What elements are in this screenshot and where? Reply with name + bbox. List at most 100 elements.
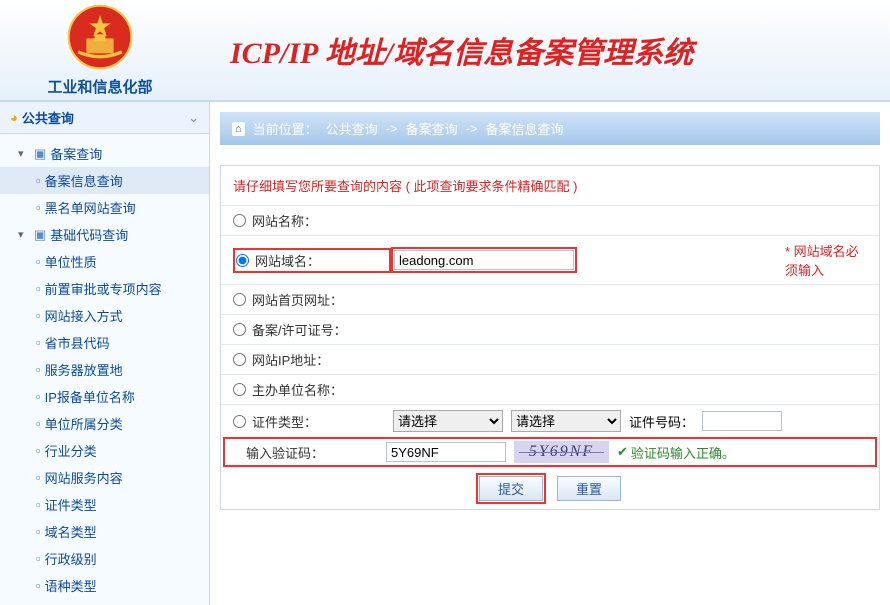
submit-button[interactable]: 提交 — [479, 476, 543, 501]
label-sponsor: 主办单位名称： — [252, 380, 343, 399]
system-title: ICP/IP 地址/域名信息备案管理系统 — [230, 28, 693, 72]
expand-icon: ▾ — [18, 228, 30, 241]
tree-group-label: 备案查询 — [50, 144, 102, 163]
label-site-name: 网站名称： — [252, 211, 317, 230]
tree-group[interactable]: ▾ ▣备案查询 — [0, 140, 209, 167]
page-icon: ▫ — [36, 254, 41, 269]
tree-group[interactable]: ▾ ▣基础代码查询 — [0, 221, 209, 248]
tree-item[interactable]: ▫ 语种类型 — [0, 572, 209, 599]
tree-item-label: IP报备单位名称 — [45, 387, 135, 406]
tree-item-label: 网站接入方式 — [45, 306, 123, 325]
label-cert-type: 证件类型： — [252, 412, 317, 431]
row-captcha: 输入验证码： 5Y69NF ✔验证码输入正确。 — [223, 437, 877, 467]
radio-domain[interactable] — [236, 254, 249, 267]
tree-item[interactable]: ▫ 域名类型 — [0, 518, 209, 545]
tree-item[interactable]: ▫行政级别 — [0, 545, 209, 572]
radio-ip[interactable] — [233, 353, 246, 366]
page-icon: ▫ — [36, 200, 41, 215]
tree-item-label: 域名类型 — [45, 522, 97, 541]
captcha-input[interactable] — [386, 442, 506, 462]
page-icon: ▫ — [36, 281, 41, 296]
captcha-image[interactable]: 5Y69NF — [514, 441, 609, 463]
home-icon[interactable]: ⌂ — [232, 122, 245, 136]
tree-item[interactable]: ▫黑名单网站查询 — [0, 194, 209, 221]
tree-item-label: 证件类型 — [45, 495, 97, 514]
nav-tree: ▾▣备案查询▫备案信息查询▫黑名单网站查询▾▣基础代码查询▫单位性质▫前置审批或… — [0, 134, 209, 605]
bulb-icon: ◕ — [10, 110, 18, 125]
tree-item[interactable]: ▫ 单位性质 — [0, 248, 209, 275]
label-ip: 网站IP地址： — [252, 350, 329, 369]
label-domain: 网站域名： — [255, 251, 320, 270]
captcha-ok: ✔验证码输入正确。 — [617, 443, 735, 462]
tree-item-label: 语种类型 — [45, 576, 97, 595]
crumb-0[interactable]: 公共查询 — [326, 119, 378, 138]
main: ⌂ 当前位置： 公共查询 -> 备案查询 -> 备案信息查询 请仔细填写您所要查… — [210, 102, 890, 605]
row-homepage: 网站首页网址： — [221, 284, 879, 314]
sidebar: ◕公共查询 ⌄ ▾▣备案查询▫备案信息查询▫黑名单网站查询▾▣基础代码查询▫单位… — [0, 102, 210, 605]
check-icon: ✔ — [617, 444, 628, 460]
tree-item-label: 省市县代码 — [45, 333, 110, 352]
domain-input[interactable] — [394, 250, 574, 270]
page-icon: ▫ — [36, 389, 41, 404]
page-icon: ▫ — [36, 308, 41, 323]
radio-license[interactable] — [233, 323, 246, 336]
tree-item[interactable]: ▫ 省市县代码 — [0, 329, 209, 356]
tree-group-label: 基础代码查询 — [50, 225, 128, 244]
page-icon: ▫ — [36, 524, 41, 539]
tree-item[interactable]: ▫网站服务内容 — [0, 464, 209, 491]
emblem-block: 工业和信息化部 — [0, 3, 200, 97]
chevron-down-icon: ⌄ — [188, 110, 199, 126]
radio-cert[interactable] — [233, 415, 246, 428]
crumb-1[interactable]: 备案查询 — [406, 119, 458, 138]
tree-item[interactable]: ▫ 行业分类 — [0, 437, 209, 464]
sidebar-title: 公共查询 — [22, 108, 74, 127]
radio-site-name[interactable] — [233, 214, 246, 227]
tree-item-label: 前置审批或专项内容 — [45, 279, 162, 298]
page-icon: ▫ — [36, 335, 41, 350]
tree-item[interactable]: ▫ IP报备单位名称 — [0, 383, 209, 410]
label-license: 备案/许可证号： — [252, 320, 347, 339]
header: 工业和信息化部 ICP/IP 地址/域名信息备案管理系统 — [0, 0, 890, 100]
page-icon: ▫ — [36, 416, 41, 431]
expand-icon: ▾ — [18, 147, 30, 160]
tree-item[interactable]: ▫ 证件类型 — [0, 491, 209, 518]
tree-item-label: 单位所属分类 — [45, 414, 123, 433]
crumb-2[interactable]: 备案信息查询 — [486, 119, 564, 138]
label-cert-no: 证件号码： — [629, 412, 694, 431]
query-panel: 请仔细填写您所要查询的内容 ( 此项查询要求条件精确匹配 ) 网站名称： 网站域… — [220, 165, 880, 510]
tree-item[interactable]: ▫ 网站接入方式 — [0, 302, 209, 329]
folder-icon: ▣ — [34, 146, 46, 162]
tree-item[interactable]: ▫备案信息查询 — [0, 167, 209, 194]
tree-item[interactable]: ▫ 前置审批或专项内容 — [0, 275, 209, 302]
page-icon: ▫ — [36, 470, 41, 485]
reset-button[interactable]: 重置 — [557, 476, 621, 501]
page-icon: ▫ — [36, 578, 41, 593]
org-name: 工业和信息化部 — [0, 76, 200, 97]
tree-item-label: 行业分类 — [45, 441, 97, 460]
tree-item-label: 单位性质 — [45, 252, 97, 271]
tree-item[interactable]: ▫ 服务器放置地 — [0, 356, 209, 383]
page-icon: ▫ — [36, 551, 41, 566]
tree-item-label: 备案信息查询 — [45, 171, 123, 190]
breadcrumb: ⌂ 当前位置： 公共查询 -> 备案查询 -> 备案信息查询 — [220, 112, 880, 145]
row-domain: 网站域名： * 网站域名必须输入 — [221, 235, 879, 284]
label-homepage: 网站首页网址： — [252, 290, 343, 309]
button-row: 提交 重置 — [221, 467, 879, 509]
page-icon: ▫ — [36, 362, 41, 377]
sidebar-header[interactable]: ◕ 公共查询 ⌄ — [0, 102, 209, 134]
hint-text: 请仔细填写您所要查询的内容 ( 此项查询要求条件精确匹配 ) — [221, 166, 879, 205]
cert-type-select-2[interactable]: 请选择 — [511, 410, 621, 432]
radio-homepage[interactable] — [233, 293, 246, 306]
cert-type-select-1[interactable]: 请选择 — [393, 410, 503, 432]
required-msg: * 网站域名必须输入 — [785, 241, 867, 279]
row-license: 备案/许可证号： — [221, 314, 879, 344]
tree-item-label: 服务器放置地 — [45, 360, 123, 379]
tree-item[interactable]: ▫ 单位所属分类 — [0, 410, 209, 437]
national-emblem-icon — [66, 3, 134, 71]
page-icon: ▫ — [36, 497, 41, 512]
radio-sponsor[interactable] — [233, 383, 246, 396]
folder-icon: ▣ — [34, 227, 46, 243]
row-sponsor: 主办单位名称： — [221, 374, 879, 404]
page-icon: ▫ — [36, 443, 41, 458]
cert-no-input[interactable] — [702, 411, 782, 431]
